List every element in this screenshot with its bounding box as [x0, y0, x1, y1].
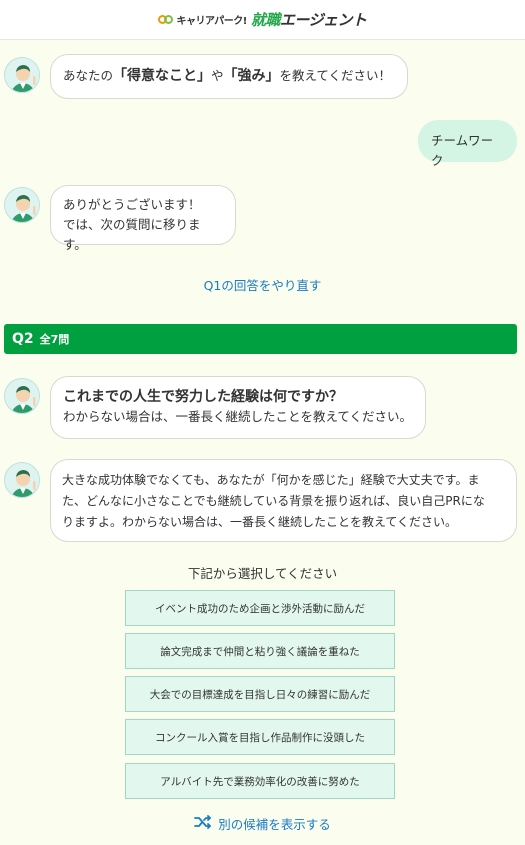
choice-option-label: イベント成功のため企画と渉外活動に励んだ	[155, 602, 365, 615]
advisor-avatar-icon	[4, 462, 40, 498]
advisor-avatar-icon	[4, 187, 40, 223]
advisor-message-bubble: ありがとうございます！ では、次の質問に移ります。	[50, 185, 236, 252]
logo-rings-icon	[158, 14, 174, 25]
choice-option[interactable]: 大会での目標達成を目指し日々の練習に励んだ	[125, 676, 395, 712]
shuffle-icon	[194, 815, 212, 832]
choice-option[interactable]: コンクール入賞を目指し作品制作に没頭した	[125, 719, 395, 755]
logo-title: 就職エージェント	[251, 9, 367, 30]
choice-option-label: コンクール入賞を目指し作品制作に没頭した	[155, 731, 365, 744]
detail-line: た、どんなに小さなことでも継続している背景を振り返れば、良い自己PRにな	[62, 494, 485, 508]
choice-option-label: 大会での目標達成を目指し日々の練習に励んだ	[149, 688, 371, 701]
brand-logo[interactable]: キャリアパーク! 就職エージェント	[158, 9, 367, 30]
advisor-avatar-icon	[4, 378, 40, 414]
message-line: では、次の質問に移ります。	[63, 217, 201, 252]
detail-line: 大きな成功体験でなくても、あなたが「何かを感じた」経験で大丈夫です。ま	[62, 473, 480, 487]
choice-option[interactable]: 論文完成まで仲間と粘り強く議論を重ねた	[125, 633, 395, 669]
question-header: Q2 全7問	[4, 324, 517, 354]
logo-title-accent: 就職	[250, 11, 281, 29]
message-emphasis: 「得意なこと」	[113, 68, 212, 84]
message-text: あなたの	[63, 68, 114, 83]
user-reply-bubble: チームワーク	[418, 120, 517, 168]
question-bubble: これまでの人生で努力した経験は何ですか？ わからない場合は、一番長く継続したこと…	[50, 376, 426, 439]
choice-option-label: アルバイト先で業務効率化の改善に努めた	[160, 775, 360, 788]
question-subtext: わからない場合は、一番長く継続したことを教えてください。	[63, 409, 413, 424]
choice-option-label: 論文完成まで仲間と粘り強く議論を重ねた	[160, 645, 360, 658]
question-title: これまでの人生で努力した経験は何ですか？	[63, 389, 343, 405]
show-more-label: 別の候補を表示する	[218, 817, 331, 832]
logo-subtitle: キャリアパーク!	[176, 16, 247, 27]
advisor-message-bubble: あなたの「得意なこと」や「強み」を教えてください！	[50, 54, 408, 99]
choice-option[interactable]: イベント成功のため企画と渉外活動に励んだ	[125, 590, 395, 626]
advisor-detail-bubble: 大きな成功体験でなくても、あなたが「何かを感じた」経験で大丈夫です。ま た、どん…	[50, 459, 517, 542]
app-header: キャリアパーク! 就職エージェント	[0, 0, 525, 40]
show-more-options-button[interactable]: 別の候補を表示する	[0, 814, 525, 833]
question-number: Q2	[12, 331, 34, 347]
message-text: や	[211, 68, 224, 83]
user-reply-text: チームワーク	[431, 133, 494, 168]
message-emphasis: 「強み」	[223, 68, 280, 84]
redo-answer-link[interactable]: Q1の回答をやり直す	[0, 275, 525, 294]
message-text: を教えてください！	[279, 68, 392, 83]
detail-line: りますよ。わからない場合は、一番長く継続したことを教えてください。	[62, 515, 458, 529]
advisor-avatar-icon	[4, 57, 40, 93]
question-total: 全7問	[39, 333, 70, 346]
message-line: ありがとうございます！	[63, 197, 201, 212]
choice-option[interactable]: アルバイト先で業務効率化の改善に努めた	[125, 763, 395, 799]
choice-prompt: 下記から選択してください	[187, 566, 338, 581]
logo-title-rest: エージェント	[279, 11, 367, 29]
